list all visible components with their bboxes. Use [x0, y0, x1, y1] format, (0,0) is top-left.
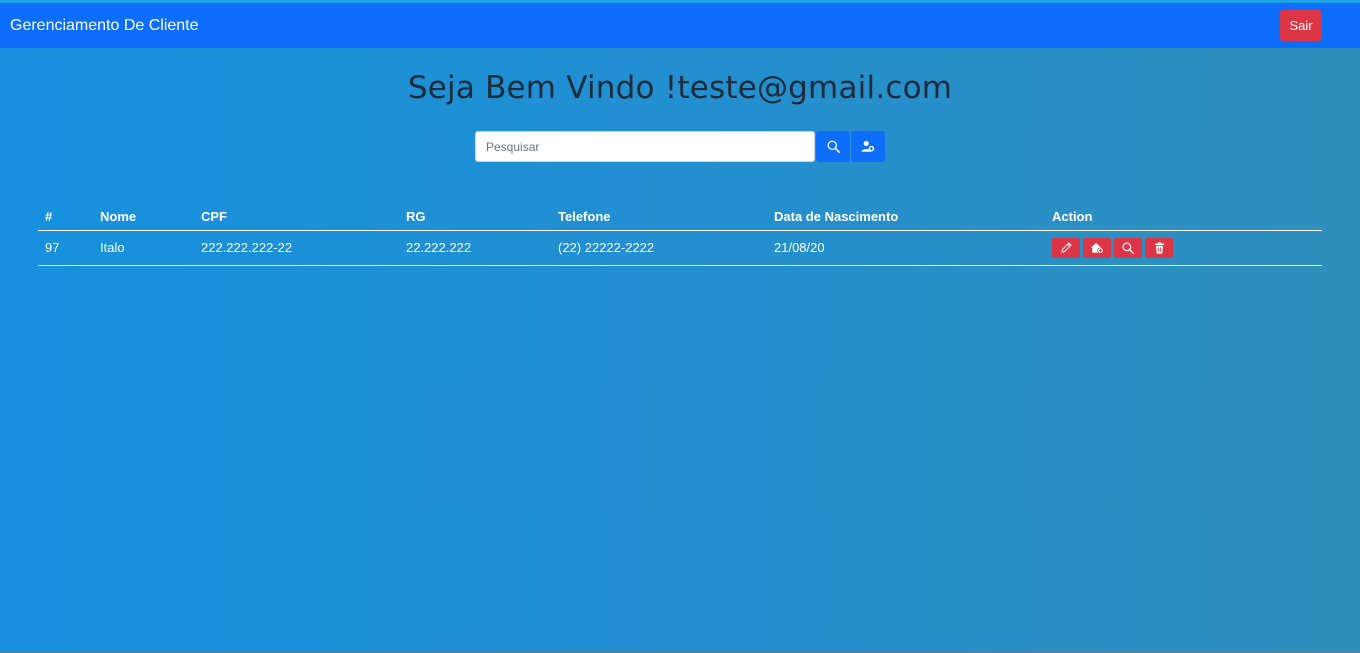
clients-table-container: # Nome CPF RG Telefone Data de Nasciment… — [38, 203, 1322, 266]
table-row: 97 Italo 222.222.222-22 22.222.222 (22) … — [38, 230, 1322, 266]
address-button[interactable] — [1083, 237, 1111, 258]
navbar: Gerenciamento De Cliente Sair — [0, 3, 1360, 48]
header-data-nascimento: Data de Nascimento — [767, 203, 1045, 231]
cell-actions — [1045, 230, 1322, 266]
cell-rg: 22.222.222 — [399, 230, 551, 266]
search-button[interactable] — [816, 131, 850, 162]
cell-cpf: 222.222.222-22 — [194, 230, 399, 266]
header-nome: Nome — [93, 203, 194, 231]
person-add-icon — [861, 140, 875, 152]
header-action: Action — [1045, 203, 1322, 231]
header-rg: RG — [399, 203, 551, 231]
header-telefone: Telefone — [551, 203, 767, 231]
pencil-icon — [1061, 242, 1071, 253]
search-bar — [475, 131, 885, 162]
cell-num: 97 — [38, 230, 93, 266]
header-num: # — [38, 203, 93, 231]
edit-button[interactable] — [1052, 237, 1080, 258]
view-button[interactable] — [1114, 237, 1142, 258]
trash-icon — [1154, 241, 1164, 254]
search-input[interactable] — [475, 131, 815, 162]
clients-table: # Nome CPF RG Telefone Data de Nasciment… — [38, 203, 1322, 266]
cell-data-nascimento: 21/08/20 — [767, 230, 1045, 266]
logout-button[interactable]: Sair — [1280, 10, 1322, 41]
cell-nome: Italo — [93, 230, 194, 266]
house-add-icon — [1091, 242, 1104, 254]
add-user-button[interactable] — [851, 131, 885, 162]
cell-telefone: (22) 22222-2222 — [551, 230, 767, 266]
row-actions — [1052, 237, 1315, 258]
search-icon — [1122, 242, 1134, 254]
header-cpf: CPF — [194, 203, 399, 231]
search-icon — [827, 140, 840, 153]
welcome-heading: Seja Bem Vindo !teste@gmail.com — [407, 70, 953, 106]
navbar-brand[interactable]: Gerenciamento De Cliente — [10, 17, 199, 35]
delete-button[interactable] — [1145, 237, 1173, 258]
table-header-row: # Nome CPF RG Telefone Data de Nasciment… — [38, 203, 1322, 231]
